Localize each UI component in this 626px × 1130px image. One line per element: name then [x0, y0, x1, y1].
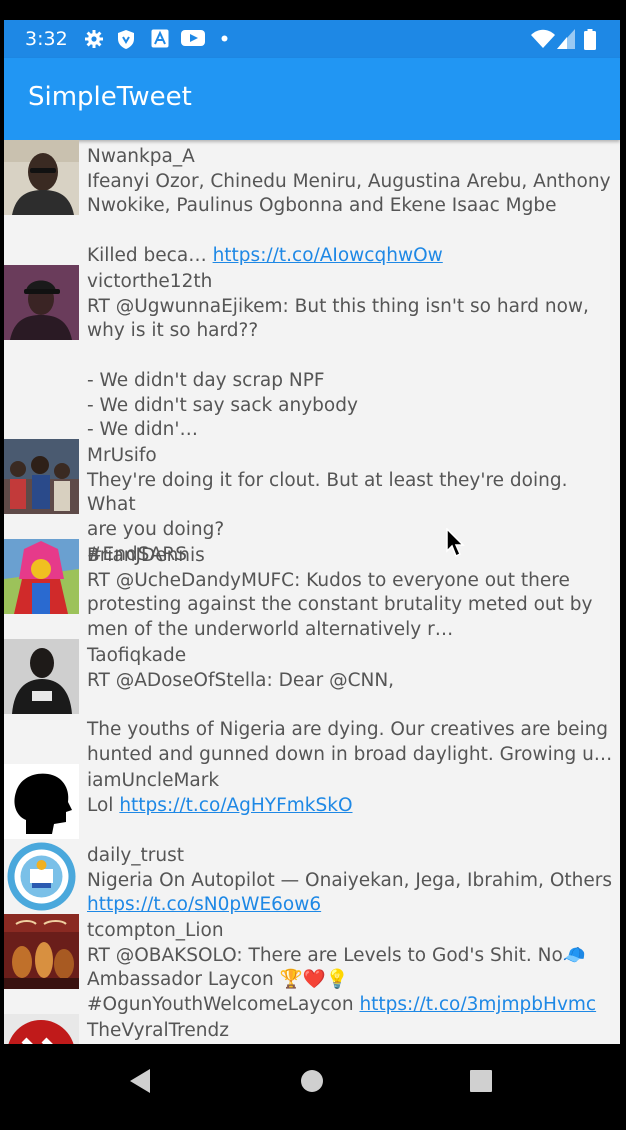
tweet-link[interactable]: https://t.co/AIowcqhwOw [213, 245, 443, 266]
navigation-bar [0, 1044, 626, 1130]
app-title: SimpleTweet [28, 82, 192, 112]
dot-icon [221, 35, 228, 42]
phone-screen: 3:32 SimpleTweet Nwankpa_A Ifeanyi Ozor,… [4, 20, 620, 1044]
profile-avatar[interactable] [4, 539, 79, 614]
tweet-link[interactable]: https://t.co/AgHYFmkSkO [119, 795, 352, 816]
status-time: 3:32 [25, 28, 68, 50]
profile-avatar[interactable] [4, 265, 79, 340]
tweet-body: tcompton_Lion RT @OBAKSOLO: There are Le… [87, 919, 617, 1018]
tweet-link[interactable]: https://t.co/3mjmpbHvmc [359, 994, 596, 1015]
tweet-username[interactable]: TheVyralTrendz [87, 1019, 617, 1044]
profile-avatar[interactable] [4, 839, 79, 914]
tweet-text: RT @UgwunnaEjikem: But this thing isn't … [87, 295, 589, 441]
tweet-username[interactable]: victorthe12th [87, 270, 617, 295]
battery-icon [584, 29, 596, 50]
tweet-body: daily_trust Nigeria On Autopilot — Onaiy… [87, 844, 617, 918]
settings-icon [85, 30, 103, 48]
profile-avatar[interactable] [4, 439, 79, 514]
profile-avatar[interactable] [4, 140, 79, 215]
tweet-username[interactable]: Taofiqkade [87, 644, 617, 669]
signal-icon [557, 29, 575, 49]
font-icon [151, 29, 169, 48]
tweet-username[interactable]: MrUsifo [87, 444, 617, 469]
recents-icon[interactable] [470, 1070, 492, 1092]
tweet-username[interactable]: BrianJDennis [87, 544, 617, 569]
profile-avatar[interactable] [4, 1014, 79, 1044]
tweet-text: Nigeria On Autopilot — Onaiyekan, Jega, … [87, 869, 612, 891]
tweet-username[interactable]: iamUncleMark [87, 769, 617, 794]
home-icon[interactable] [300, 1069, 324, 1093]
tweet-body: BrianJDennis RT @UcheDandyMUFC: Kudos to… [87, 544, 617, 643]
mouse-cursor-icon [446, 528, 465, 558]
tweet-body: TheVyralTrendz [87, 1019, 617, 1044]
tweet-body: Taofiqkade RT @ADoseOfStella: Dear @CNN,… [87, 644, 617, 768]
shield-icon [118, 30, 134, 49]
tweet-body: victorthe12th RT @UgwunnaEjikem: But thi… [87, 270, 617, 443]
tweet-username[interactable]: Nwankpa_A [87, 145, 617, 170]
profile-avatar[interactable] [4, 639, 79, 714]
back-icon[interactable] [128, 1068, 152, 1094]
tweet-text: RT @ADoseOfStella: Dear @CNN, The youths… [87, 669, 613, 765]
tweet-timeline[interactable]: Nwankpa_A Ifeanyi Ozor, Chinedu Meniru, … [4, 140, 620, 1044]
tweet-username[interactable]: tcompton_Lion [87, 919, 617, 944]
tweet-link[interactable]: https://t.co/sN0pWE6ow6 [87, 894, 321, 915]
tweet-text: Lol [87, 794, 120, 816]
tweet-body: iamUncleMark Lol https://t.co/AgHYFmkSkO [87, 769, 617, 818]
status-bar: 3:32 [4, 20, 620, 58]
tweet-body: Nwankpa_A Ifeanyi Ozor, Chinedu Meniru, … [87, 145, 617, 269]
tweet-text: RT @UcheDandyMUFC: Kudos to everyone out… [87, 569, 593, 641]
app-bar: SimpleTweet [4, 58, 620, 140]
youtube-icon [181, 30, 205, 46]
profile-avatar[interactable] [4, 914, 79, 989]
wifi-icon [531, 29, 555, 48]
profile-avatar[interactable] [4, 764, 79, 839]
tweet-username[interactable]: daily_trust [87, 844, 617, 869]
